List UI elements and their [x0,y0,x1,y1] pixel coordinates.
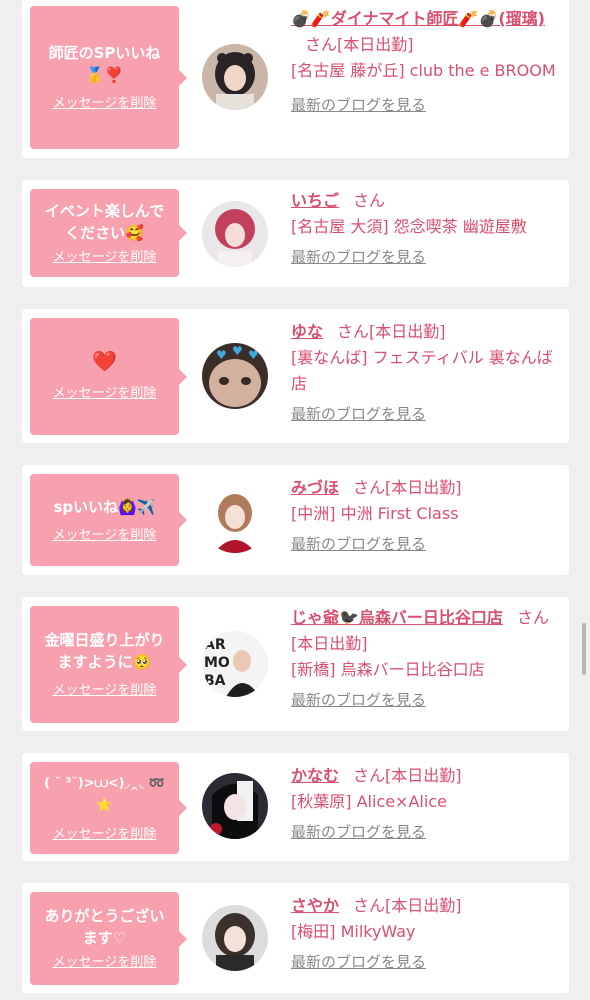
avatar[interactable] [202,773,268,839]
delete-message-link[interactable]: メッセージを削除 [53,246,157,265]
avatar[interactable]: AR MO BA [202,631,268,697]
latest-blog-link[interactable]: 最新のブログを見る [291,401,426,427]
delete-message-link[interactable]: メッセージを削除 [53,524,157,543]
shop-location: [裏なんば] フェスティバル 裏なんば店 [291,348,553,393]
delete-message-link[interactable]: メッセージを削除 [53,92,157,111]
sender-info: みづほ さん[本日出勤] [中洲] 中洲 First Class 最新のブログを見… [291,475,565,557]
message-bubble: ❤️ メッセージを削除 [30,318,187,435]
sender-info: 💣🧨ダイナマイト師匠🧨💣(瑠璃) さん[本日出勤] [名古屋 藤が丘] club … [291,6,565,118]
svg-text:MO: MO [204,655,230,671]
message-text: ( ˘ ³˘)>⩊<)◞‸◟ ➿ ⭐ [44,775,165,813]
honorific: さん [305,35,338,54]
sender-name[interactable]: みづほ [291,478,339,497]
list-item: ありがとうござい ます♡ メッセージを削除 さやか さん[本日出勤] [梅田] M… [22,883,569,993]
sender-info: いちご さん [名古屋 大須] 怨念喫茶 幽遊屋敷 最新のブログを見る [291,188,565,270]
honorific: さん [516,608,549,627]
shop-location: [新橋] 烏森バー日比谷口店 [291,660,485,679]
avatar[interactable] [202,201,268,267]
honorific: さん [337,322,370,341]
message-bubble: 金曜日盛り上がり ますように🥺 メッセージを削除 [30,606,187,723]
delete-message-link[interactable]: メッセージを削除 [53,679,157,698]
shop-location: [名古屋 大須] 怨念喫茶 幽遊屋敷 [291,217,527,236]
honorific: さん [353,191,386,210]
sender-info: ゆな さん[本日出勤] [裏なんば] フェスティバル 裏なんば店 最新のブログを見… [291,319,565,427]
shop-location: [秋葉原] Alice×Alice [291,792,447,811]
message-text: イベント楽しんで ください🥰 [44,201,165,242]
svg-text:♥: ♥ [248,348,259,362]
honorific: さん [353,766,386,785]
shop-location: [名古屋 藤が丘] club the e BROOM [291,61,556,80]
list-item: ( ˘ ³˘)>⩊<)◞‸◟ ➿ ⭐ メッセージを削除 かなむ さん[本日出勤] … [22,753,569,861]
message-text: 金曜日盛り上がり ますように🥺 [44,631,165,671]
message-bubble: ありがとうござい ます♡ メッセージを削除 [30,892,187,985]
list-item: 師匠のSPいいね 🥇❣️ メッセージを削除 💣🧨ダイナマイト師匠🧨💣(瑠璃) さん… [22,0,569,158]
delete-message-link[interactable]: メッセージを削除 [53,951,157,970]
list-item: ❤️ メッセージを削除 ♥ ♥ ♥ ゆな さん[本日出勤] [裏なんば] フェステ… [22,309,569,443]
latest-blog-link[interactable]: 最新のブログを見る [291,819,426,845]
work-status: [本日出勤] [291,634,368,653]
sender-name[interactable]: さやか [291,896,339,915]
delete-message-link[interactable]: メッセージを削除 [53,823,157,842]
shop-location: [中洲] 中洲 First Class [291,504,459,523]
message-text: ありがとうござい ます♡ [44,907,165,947]
svg-text:♥: ♥ [216,348,227,362]
avatar[interactable] [202,487,268,553]
latest-blog-link[interactable]: 最新のブログを見る [291,244,426,270]
delete-message-link[interactable]: メッセージを削除 [53,382,157,401]
avatar[interactable] [202,905,268,971]
work-status: [本日出勤] [385,766,462,785]
shop-location: [梅田] MilkyWay [291,922,416,941]
work-status: [本日出勤] [385,478,462,497]
list-item: spいいね🙆‍♀️✈️ メッセージを削除 みづほ さん[本日出勤] [中洲] 中洲… [22,465,569,575]
latest-blog-link[interactable]: 最新のブログを見る [291,92,426,118]
latest-blog-link[interactable]: 最新のブログを見る [291,949,426,975]
sender-info: かなむ さん[本日出勤] [秋葉原] Alice×Alice 最新のブログを見る [291,763,565,845]
svg-text:BA: BA [204,673,226,689]
message-text: 師匠のSPいいね 🥇❣️ [48,44,161,84]
work-status: [本日出勤] [369,322,446,341]
scrollbar[interactable] [582,623,586,675]
sender-name[interactable]: 💣🧨ダイナマイト師匠🧨💣(瑠璃) [291,9,545,28]
latest-blog-link[interactable]: 最新のブログを見る [291,687,426,713]
sender-name[interactable]: じゃ爺🐦‍⬛烏森バー日比谷口店 [291,608,503,627]
avatar[interactable]: ♥ ♥ ♥ [202,343,268,409]
sender-name[interactable]: いちご [291,191,339,210]
latest-blog-link[interactable]: 最新のブログを見る [291,531,426,557]
message-bubble: イベント楽しんで ください🥰 メッセージを削除 [30,189,187,277]
svg-text:♥: ♥ [232,344,243,358]
sender-info: さやか さん[本日出勤] [梅田] MilkyWay 最新のブログを見る [291,893,565,975]
work-status: [本日出勤] [385,896,462,915]
message-text: ❤️ [92,349,117,373]
message-bubble: ( ˘ ³˘)>⩊<)◞‸◟ ➿ ⭐ メッセージを削除 [30,762,187,854]
work-status: [本日出勤] [337,35,414,54]
message-bubble: 師匠のSPいいね 🥇❣️ メッセージを削除 [30,6,187,149]
avatar[interactable] [202,44,268,110]
svg-text:AR: AR [204,637,226,653]
sender-name[interactable]: かなむ [291,766,339,785]
honorific: さん [353,896,386,915]
list-item: 金曜日盛り上がり ますように🥺 メッセージを削除 AR MO BA じゃ爺🐦‍⬛… [22,597,569,731]
message-bubble: spいいね🙆‍♀️✈️ メッセージを削除 [30,474,187,566]
message-text: spいいね🙆‍♀️✈️ [53,497,156,516]
honorific: さん [353,478,386,497]
list-item: イベント楽しんで ください🥰 メッセージを削除 いちご さん [名古屋 大須] 怨… [22,180,569,287]
sender-name[interactable]: ゆな [291,322,323,341]
sender-info: じゃ爺🐦‍⬛烏森バー日比谷口店 さん [本日出勤] [新橋] 烏森バー日比谷口店 最… [291,605,565,713]
